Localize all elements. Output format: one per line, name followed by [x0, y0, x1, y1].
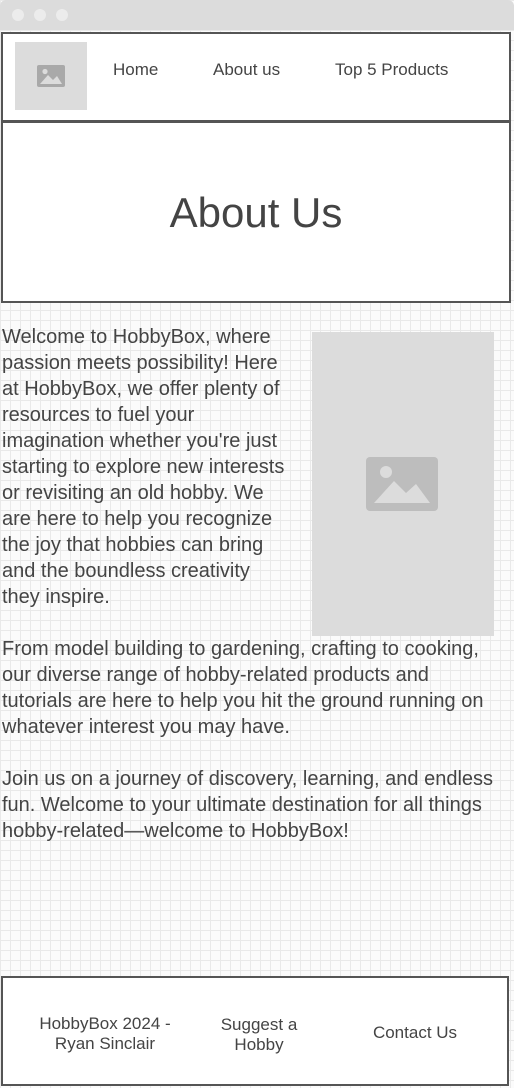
logo-image-placeholder[interactable]	[15, 42, 87, 110]
footer-suggest-hobby-link[interactable]: Suggest a Hobby	[199, 1015, 319, 1055]
window-dot-close[interactable]	[12, 9, 24, 21]
about-content: Welcome to HobbyBox, where passion meets…	[2, 324, 498, 844]
window-dot-maximize[interactable]	[56, 9, 68, 21]
nav-about-us[interactable]: About us	[213, 60, 280, 80]
site-header: Home About us Top 5 Products	[1, 32, 511, 122]
nav-top-5-products[interactable]: Top 5 Products	[335, 60, 448, 80]
image-placeholder-icon	[37, 65, 65, 87]
footer-contact-us-link[interactable]: Contact Us	[355, 1023, 475, 1043]
about-paragraph-products: From model building to gardening, crafti…	[2, 638, 484, 738]
footer-copyright: HobbyBox 2024 - Ryan Sinclair	[39, 1014, 171, 1053]
window-titlebar	[0, 0, 514, 30]
page-title: About Us	[169, 189, 343, 236]
nav-home[interactable]: Home	[113, 60, 158, 80]
window-dot-minimize[interactable]	[34, 9, 46, 21]
hero-banner: About Us	[1, 121, 511, 303]
about-paragraph-intro: Welcome to HobbyBox, where passion meets…	[2, 326, 285, 608]
site-footer: HobbyBox 2024 - Ryan Sinclair Suggest a …	[1, 976, 509, 1086]
about-paragraph-join: Join us on a journey of discovery, learn…	[2, 768, 494, 842]
